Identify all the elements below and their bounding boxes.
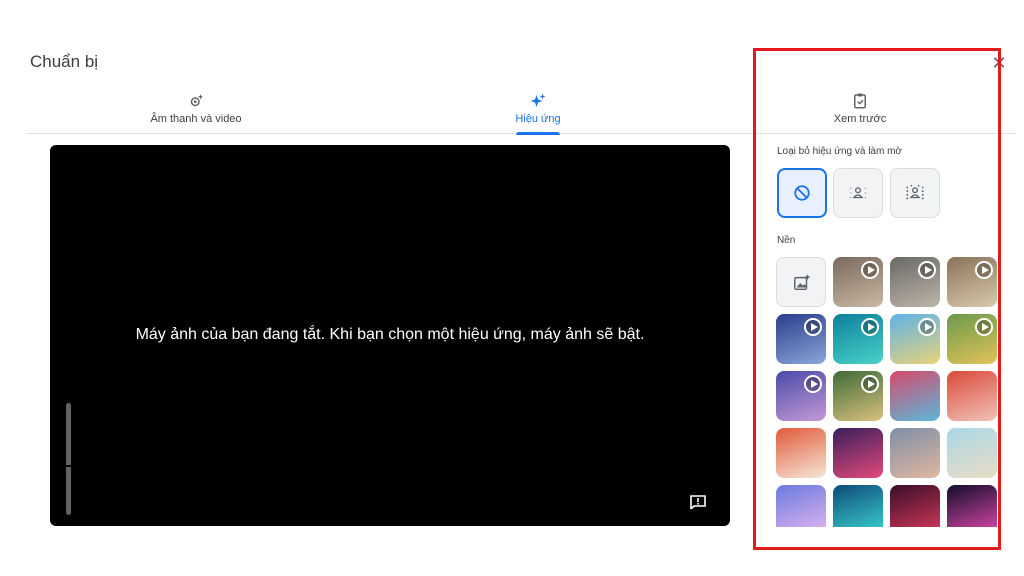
gear-sparkle-icon [190, 94, 204, 107]
play-icon [804, 318, 822, 336]
background-option-floral[interactable] [776, 428, 826, 478]
dialog-title: Chuẩn bị [30, 52, 99, 71]
background-option-underwater[interactable] [833, 314, 883, 364]
sparkle-icon [530, 93, 546, 107]
add-image-icon [794, 274, 810, 291]
tab-effects[interactable]: Hiệu ứng [438, 88, 638, 135]
camera-preview: Máy ảnh của bạn đang tắt. Khi bạn chọn m… [50, 145, 730, 526]
background-option-illustration-1[interactable] [890, 371, 940, 421]
background-option-airplane[interactable] [776, 314, 826, 364]
slight-blur-button[interactable] [833, 168, 883, 218]
play-icon [918, 261, 936, 279]
play-icon [975, 318, 993, 336]
background-option-fireworks[interactable] [947, 485, 997, 527]
background-option-purple-room[interactable] [776, 371, 826, 421]
play-icon [918, 318, 936, 336]
background-option-room-1[interactable] [833, 257, 883, 307]
play-icon [861, 261, 879, 279]
feedback-icon[interactable] [690, 495, 706, 509]
person-blur-light-icon [850, 187, 866, 199]
background-section-label: Nền [777, 235, 796, 246]
background-option-clouds[interactable] [776, 485, 826, 527]
volume-meter [66, 403, 71, 515]
background-option-sunset[interactable] [890, 428, 940, 478]
tab-label: Âm thanh và video [150, 113, 242, 125]
block-icon [794, 185, 810, 201]
person-blur-icon [906, 184, 924, 200]
prepare-dialog: Chuẩn bị ✕ Âm thanh và video Hiệu ứng Xe… [0, 0, 1024, 576]
play-icon [975, 261, 993, 279]
background-option-illustration-2[interactable] [947, 371, 997, 421]
background-grid [776, 257, 1000, 527]
background-option-aurora[interactable] [833, 485, 883, 527]
background-option-nebula[interactable] [890, 485, 940, 527]
tab-label: Hiệu ứng [515, 113, 561, 125]
no-effect-button[interactable] [777, 168, 827, 218]
background-option-forest[interactable] [833, 371, 883, 421]
add-background-button[interactable] [776, 257, 826, 307]
background-option-night-lights[interactable] [833, 428, 883, 478]
tab-audio-video[interactable]: Âm thanh và video [96, 88, 296, 134]
background-option-garden-anim[interactable] [947, 314, 997, 364]
play-icon [861, 318, 879, 336]
blur-button[interactable] [890, 168, 940, 218]
background-option-room-3[interactable] [947, 257, 997, 307]
background-option-seashore[interactable] [947, 428, 997, 478]
play-icon [861, 375, 879, 393]
background-option-beach-anim[interactable] [890, 314, 940, 364]
play-icon [804, 375, 822, 393]
blur-section-label: Loại bỏ hiệu ứng và làm mờ [777, 146, 902, 157]
background-option-room-2[interactable] [890, 257, 940, 307]
camera-off-message: Máy ảnh của bạn đang tắt. Khi bạn chọn m… [135, 326, 645, 343]
